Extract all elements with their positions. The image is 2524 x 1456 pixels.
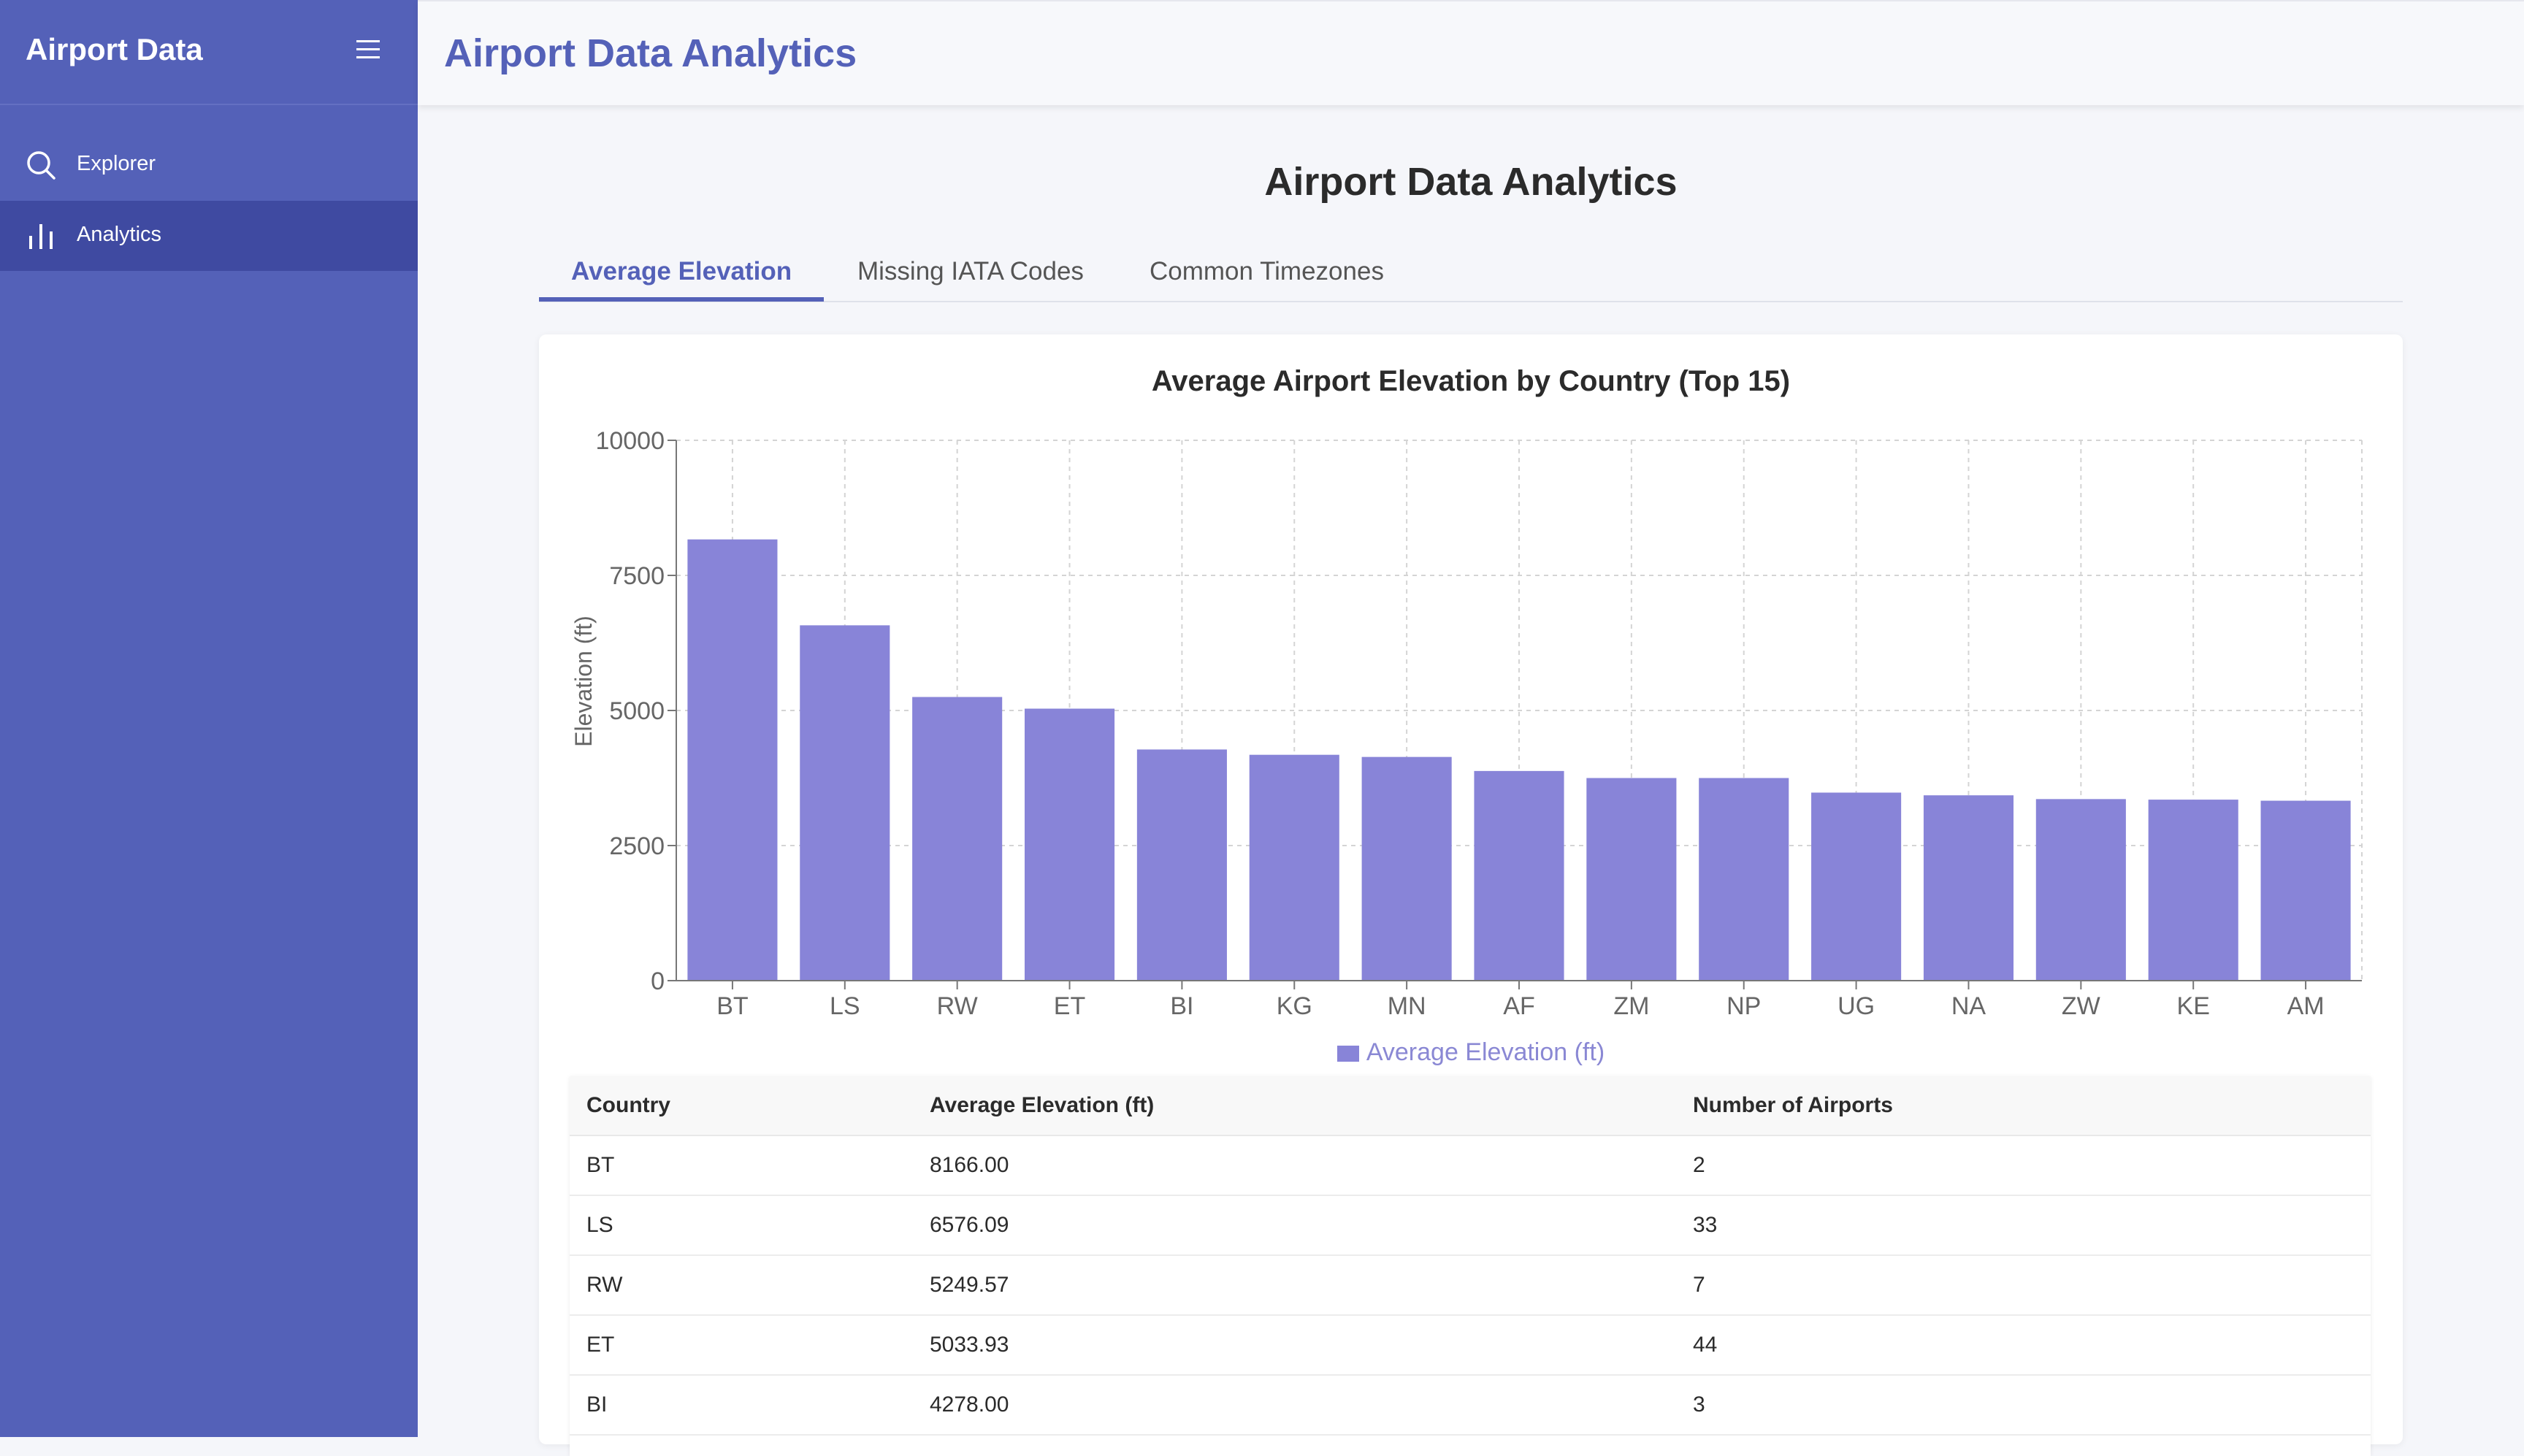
legend-swatch <box>1336 1046 1359 1062</box>
table-cell: 5033.93 <box>913 1315 1676 1376</box>
table-cell: 4278.00 <box>913 1375 1676 1436</box>
x-tick-label: MN <box>1388 992 1426 1020</box>
table-cell: 6576.09 <box>913 1195 1676 1256</box>
x-tick-label: NP <box>1726 992 1761 1020</box>
table-row[interactable]: RW 5249.57 7 <box>570 1255 2371 1316</box>
y-tick-label: 0 <box>651 968 665 995</box>
bar-bi <box>1136 749 1227 981</box>
x-tick-label: LS <box>830 992 860 1020</box>
bar-zm <box>1586 778 1677 981</box>
tab-common-timezones[interactable]: Common Timezones <box>1150 257 1384 301</box>
table-cell: 7 <box>1676 1255 2371 1316</box>
table-cell: 8166.00 <box>913 1135 1676 1196</box>
menu-icon[interactable] <box>353 35 383 64</box>
table-cell: 2 <box>1676 1135 2371 1196</box>
table-cell: BT <box>570 1135 913 1196</box>
x-tick-label: ZW <box>2062 992 2100 1020</box>
page-heading: Airport Data Analytics <box>1264 160 1678 204</box>
bar-rw <box>912 697 1003 981</box>
bar-na <box>1923 795 2014 981</box>
chart-panel: Average Airport Elevation by Country (To… <box>539 334 2403 1456</box>
y-axis-label: Elevation (ft) <box>570 616 597 747</box>
x-tick-label: KG <box>1277 992 1312 1020</box>
x-tick-label: NA <box>1951 992 1986 1020</box>
table-cell: RW <box>570 1255 913 1316</box>
bar-chart: 0 2500 5000 7500 10000 BT LS RW ET BI KG MN AF ZM NP UG… <box>570 429 2363 1020</box>
table-row[interactable]: BT 8166.00 2 <box>570 1135 2371 1196</box>
bar-kg <box>1249 754 1339 981</box>
bar-chart-icon <box>25 220 57 252</box>
search-icon <box>25 149 57 181</box>
bar-np <box>1699 778 1789 981</box>
table-header-row: Country Average Elevation (ft) Number of… <box>570 1076 2371 1136</box>
bar-af <box>1474 770 1564 981</box>
sidebar-item-explorer[interactable]: Explorer <box>0 130 418 200</box>
x-tick-label: RW <box>937 992 978 1020</box>
data-table: Country Average Elevation (ft) Number of… <box>570 1076 2371 1456</box>
top-bar: Airport Data Analytics <box>418 0 2524 105</box>
column-header[interactable]: Country <box>570 1076 913 1136</box>
bar-am <box>2260 800 2351 981</box>
app-title: Airport Data <box>26 32 203 66</box>
x-tick-label: BI <box>1170 992 1193 1020</box>
legend-label: Average Elevation (ft) <box>1366 1038 1605 1066</box>
table-cell: ET <box>570 1315 913 1376</box>
table-row[interactable]: ET 5033.93 44 <box>570 1315 2371 1376</box>
y-tick-label: 10000 <box>595 429 665 455</box>
tab-bar: Average Elevation Missing IATA Codes Com… <box>539 241 2403 302</box>
y-tick-label: 7500 <box>609 562 665 590</box>
bar-ke <box>2148 800 2238 981</box>
bar-bt <box>687 539 778 981</box>
sidebar-item-analytics[interactable]: Analytics <box>0 201 418 271</box>
y-tick-label: 5000 <box>609 697 665 725</box>
bar-zw <box>2035 799 2126 981</box>
column-header[interactable]: Number of Airports <box>1676 1076 2371 1136</box>
table-cell: BI <box>570 1375 913 1436</box>
x-tick-label: AF <box>1503 992 1534 1020</box>
x-tick-label: KE <box>2177 992 2210 1020</box>
chart-title: Average Airport Elevation by Country (To… <box>1151 365 1791 397</box>
x-tick-label: UG <box>1837 992 1875 1020</box>
sidebar: Airport Data Explorer Analytics <box>0 0 418 1437</box>
x-tick-label: ET <box>1054 992 1085 1020</box>
bar-ug <box>1811 792 1902 981</box>
y-tick-label: 2500 <box>609 832 665 860</box>
column-header[interactable]: Average Elevation (ft) <box>913 1076 1676 1136</box>
sidebar-item-label: Explorer <box>77 152 156 175</box>
bar-mn <box>1361 756 1452 981</box>
tab-average-elevation[interactable]: Average Elevation <box>539 257 825 302</box>
tab-missing-iata-codes[interactable]: Missing IATA Codes <box>857 257 1084 301</box>
table-cell: 5249.57 <box>913 1255 1676 1316</box>
page-title: Airport Data Analytics <box>444 31 857 75</box>
bar-et <box>1024 708 1115 981</box>
table-cell: 44 <box>1676 1315 2371 1376</box>
bar-ls <box>800 625 890 981</box>
table-cell: 3 <box>1676 1375 2371 1436</box>
chart-legend[interactable]: Average Elevation (ft) <box>539 1038 2403 1067</box>
x-tick-label: ZM <box>1613 992 1649 1020</box>
table-cell: 33 <box>1676 1195 2371 1256</box>
sidebar-item-label: Analytics <box>77 223 162 246</box>
x-tick-label: BT <box>716 992 748 1020</box>
table-row[interactable]: LS 6576.09 33 <box>570 1195 2371 1256</box>
sidebar-header: Airport Data <box>0 0 418 105</box>
table-row[interactable]: BI 4278.00 3 <box>570 1375 2371 1436</box>
x-tick-label: AM <box>2287 992 2325 1020</box>
table-cell: LS <box>570 1195 913 1256</box>
